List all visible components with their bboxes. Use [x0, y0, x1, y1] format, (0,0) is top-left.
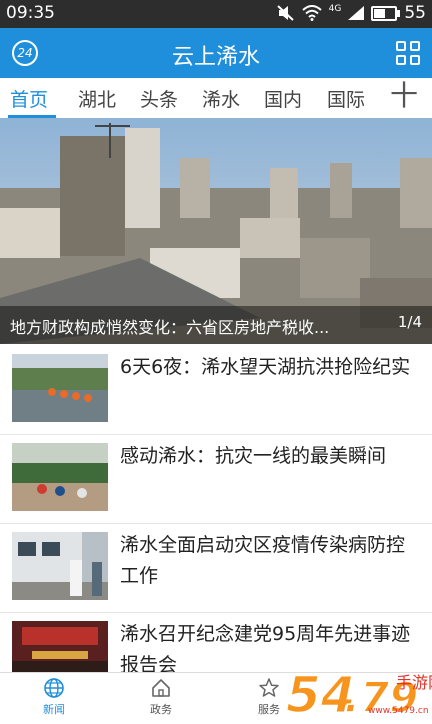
- nav-news[interactable]: 新闻: [24, 677, 84, 717]
- channel-tabs: 首页 湖北 头条 浠水 国内 国际 十: [0, 78, 432, 119]
- nav-government[interactable]: 政务: [131, 677, 191, 717]
- nav-news-label: 新闻: [43, 703, 65, 716]
- battery-percent: 55: [404, 3, 426, 23]
- watermark-logo: 54 .79 手游网 www.5479.cn: [285, 660, 432, 724]
- hero-pager: 1/4: [397, 313, 422, 331]
- news-thumbnail: [12, 354, 108, 422]
- status-bar: 09:35 4G 55: [0, 0, 432, 28]
- tab-domestic[interactable]: 国内: [264, 85, 302, 112]
- news-item[interactable]: 6天6夜：浠水望天湖抗洪抢险纪实: [0, 345, 432, 435]
- star-icon: [259, 678, 279, 697]
- news-thumbnail: [12, 443, 108, 511]
- home-icon: [152, 679, 170, 697]
- news-item[interactable]: 浠水全面启动灾区疫情传染病防控工作: [0, 523, 432, 613]
- news-title: 浠水全面启动灾区疫情传染病防控工作: [120, 534, 406, 587]
- add-channel-button[interactable]: 十: [390, 81, 418, 111]
- grid-menu-icon[interactable]: [396, 41, 420, 65]
- network-type: 4G: [328, 3, 342, 14]
- app-title: 云上浠水: [171, 45, 260, 70]
- tab-home[interactable]: 首页: [10, 85, 48, 112]
- wifi-icon: [301, 5, 322, 21]
- watermark-url: www.5479.cn: [368, 706, 429, 716]
- tab-international[interactable]: 国际: [327, 85, 365, 112]
- nav-government-label: 政务: [150, 703, 172, 716]
- status-icons: 4G 55: [276, 3, 426, 23]
- mute-icon: [276, 5, 294, 21]
- app-header: 24 云上浠水: [0, 28, 432, 78]
- battery-icon: [371, 5, 401, 21]
- tab-headlines[interactable]: 头条: [140, 85, 178, 112]
- status-time: 09:35: [6, 3, 55, 23]
- tab-xishui[interactable]: 浠水: [202, 85, 240, 112]
- hero-banner[interactable]: 地方财政构成悄然变化：六省区房地产税收... 1/4: [0, 118, 432, 344]
- tab-hubei[interactable]: 湖北: [78, 85, 116, 112]
- svg-text:手游网: 手游网: [396, 673, 432, 692]
- globe-icon: [44, 678, 64, 698]
- hero-caption-bar: 地方财政构成悄然变化：六省区房地产税收... 1/4: [0, 306, 432, 344]
- hero-caption: 地方财政构成悄然变化：六省区房地产税收...: [10, 318, 330, 337]
- nav-services-label: 服务: [258, 703, 280, 716]
- news-title: 6天6夜：浠水望天湖抗洪抢险纪实: [120, 356, 411, 378]
- news-item[interactable]: 感动浠水：抗灾一线的最美瞬间: [0, 434, 432, 524]
- news-thumbnail: [12, 532, 108, 600]
- signal-icon: [348, 6, 365, 20]
- news-title: 感动浠水：抗灾一线的最美瞬间: [120, 445, 387, 467]
